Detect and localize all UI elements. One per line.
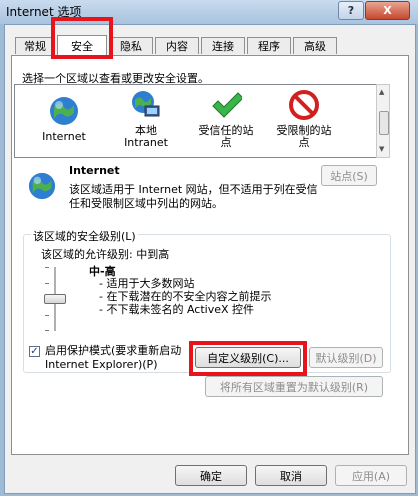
no-entry-icon	[289, 90, 319, 120]
help-button[interactable]: ?	[338, 1, 364, 20]
slider-tick	[45, 283, 49, 284]
protected-mode-checkbox[interactable]: ✓	[29, 346, 40, 357]
zone-list-scrollbar[interactable]: ▲ ▼	[376, 84, 390, 158]
slider-tick	[45, 267, 49, 268]
protected-mode-label: 启用保护模式(要求重新启动 Internet Explorer)(P)	[45, 344, 182, 371]
scroll-up-icon[interactable]: ▲	[379, 88, 384, 96]
allowed-levels-text: 该区域的允许级别: 中到高	[41, 248, 170, 261]
sites-button[interactable]: 站点(S)	[321, 165, 377, 186]
default-level-button[interactable]: 默认级别(D)	[309, 347, 383, 368]
slider-tick	[45, 330, 49, 331]
highlight-box-custom-level	[189, 341, 307, 376]
reset-all-zones-button[interactable]: 将所有区域重置为默认级别(R)	[205, 376, 383, 397]
help-icon: ?	[347, 4, 355, 17]
security-level-slider[interactable]	[43, 267, 67, 331]
tab-programs[interactable]: 程序	[247, 37, 291, 54]
selected-zone-title: Internet	[69, 164, 120, 177]
slider-thumb[interactable]	[44, 294, 66, 304]
dialog-window: 常规 安全 隐私 内容 连接 程序 高级 选择一个区域以查看或更改安全设置。 I…	[4, 17, 416, 494]
tab-content[interactable]: 内容	[155, 37, 199, 54]
globe-icon	[50, 97, 78, 125]
zone-list: Internet 本地 Intranet 受信任的站 点 受限制的站 点	[14, 84, 384, 158]
zone-item-intranet[interactable]: 本地 Intranet	[107, 89, 185, 149]
zone-item-internet[interactable]: Internet	[25, 95, 103, 143]
check-icon	[212, 92, 242, 118]
zone-label: 受限制的站 点	[276, 124, 332, 149]
level-description: - 适用于大多数网站 - 在下载潜在的不安全内容之前提示 - 不下载未签名的 A…	[99, 277, 271, 316]
level-bullet: - 不下载未签名的 ActiveX 控件	[99, 303, 255, 316]
tab-general[interactable]: 常规	[15, 37, 55, 54]
close-button[interactable]: X	[365, 1, 410, 20]
zone-label: Internet	[42, 130, 86, 143]
scroll-down-icon[interactable]: ▼	[379, 145, 384, 153]
cancel-button[interactable]: 取消	[255, 465, 327, 486]
zone-label: 受信任的站 点	[198, 124, 254, 149]
apply-button[interactable]: 应用(A)	[335, 465, 407, 486]
slider-tick	[45, 315, 49, 316]
security-level-label: 该区域的安全级别(L)	[31, 228, 138, 244]
level-bullet: - 适用于大多数网站	[99, 277, 195, 290]
zone-description: 该区域适用于 Internet 网站，但不适用于列在受信任和受限制区域中列出的网…	[69, 183, 318, 210]
tab-privacy[interactable]: 隐私	[109, 37, 153, 54]
tab-connections[interactable]: 连接	[201, 37, 245, 54]
globe-icon	[28, 172, 56, 200]
scroll-thumb[interactable]	[379, 111, 389, 135]
zone-item-trusted[interactable]: 受信任的站 点	[187, 89, 265, 149]
zone-item-restricted[interactable]: 受限制的站 点	[265, 89, 343, 149]
close-icon: X	[383, 4, 392, 17]
zone-label: 本地 Intranet	[124, 124, 168, 149]
level-bullet: - 在下载潜在的不安全内容之前提示	[99, 290, 272, 303]
ok-button[interactable]: 确定	[175, 465, 247, 486]
tab-advanced[interactable]: 高级	[293, 37, 337, 54]
highlight-box-security-tab	[51, 17, 113, 59]
intranet-icon	[132, 91, 160, 117]
